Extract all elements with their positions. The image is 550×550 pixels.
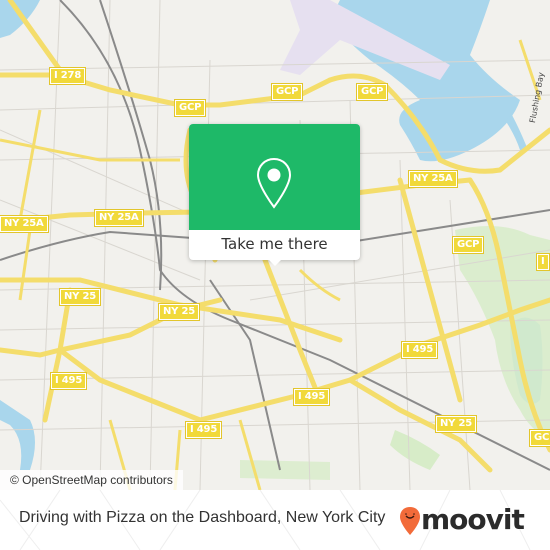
- attribution-text[interactable]: © OpenStreetMap contributors: [10, 473, 173, 487]
- popup-pointer: [267, 258, 283, 266]
- footer-bar: Driving with Pizza on the Dashboard, New…: [0, 490, 550, 550]
- road-shield-i495: I 495: [292, 388, 331, 406]
- road-shield-i495: I 495: [400, 341, 439, 359]
- road-shield-gcp: GCP: [355, 83, 389, 101]
- road-shield-i495: I: [536, 253, 550, 271]
- road-shield-i495: I 495: [184, 421, 223, 439]
- road-shield-i495: I 495: [49, 372, 88, 390]
- map-view[interactable]: I 278 GCP GCP GCP NY 25A NY 25A NY 25A G…: [0, 0, 550, 490]
- road-shield-ny25a: NY 25A: [94, 209, 144, 227]
- road-shield-ny25: NY 25: [58, 288, 102, 306]
- moovit-pin-icon: [400, 507, 420, 535]
- popup-header: [189, 124, 360, 230]
- hwy-bqe: [7, 0, 63, 73]
- water-creek: [505, 115, 528, 150]
- water-newtown-creek: [0, 400, 35, 470]
- road-shield-i278: I 278: [48, 67, 87, 85]
- road-shield-ny25a: NY 25A: [0, 215, 49, 233]
- road-shield-gcp: GCP: [270, 83, 304, 101]
- road-shield-ny25: NY 25: [434, 415, 478, 433]
- road-shield-gcp: GCP: [451, 236, 485, 254]
- road-shield-ny25: NY 25: [157, 303, 201, 321]
- road-shield-ny25a: NY 25A: [408, 170, 458, 188]
- moovit-wordmark: moovit: [421, 503, 525, 536]
- take-me-there-button[interactable]: Take me there: [189, 230, 360, 260]
- destination-popup: Take me there: [189, 124, 360, 266]
- park-south: [390, 430, 440, 470]
- location-pin-icon: [256, 157, 292, 209]
- road-shield-gcp: GC: [528, 429, 550, 447]
- road-shield-gcp: GCP: [173, 99, 207, 117]
- map-attribution[interactable]: © OpenStreetMap contributors: [0, 470, 183, 490]
- route-title: Driving with Pizza on the Dashboard, New…: [19, 509, 386, 526]
